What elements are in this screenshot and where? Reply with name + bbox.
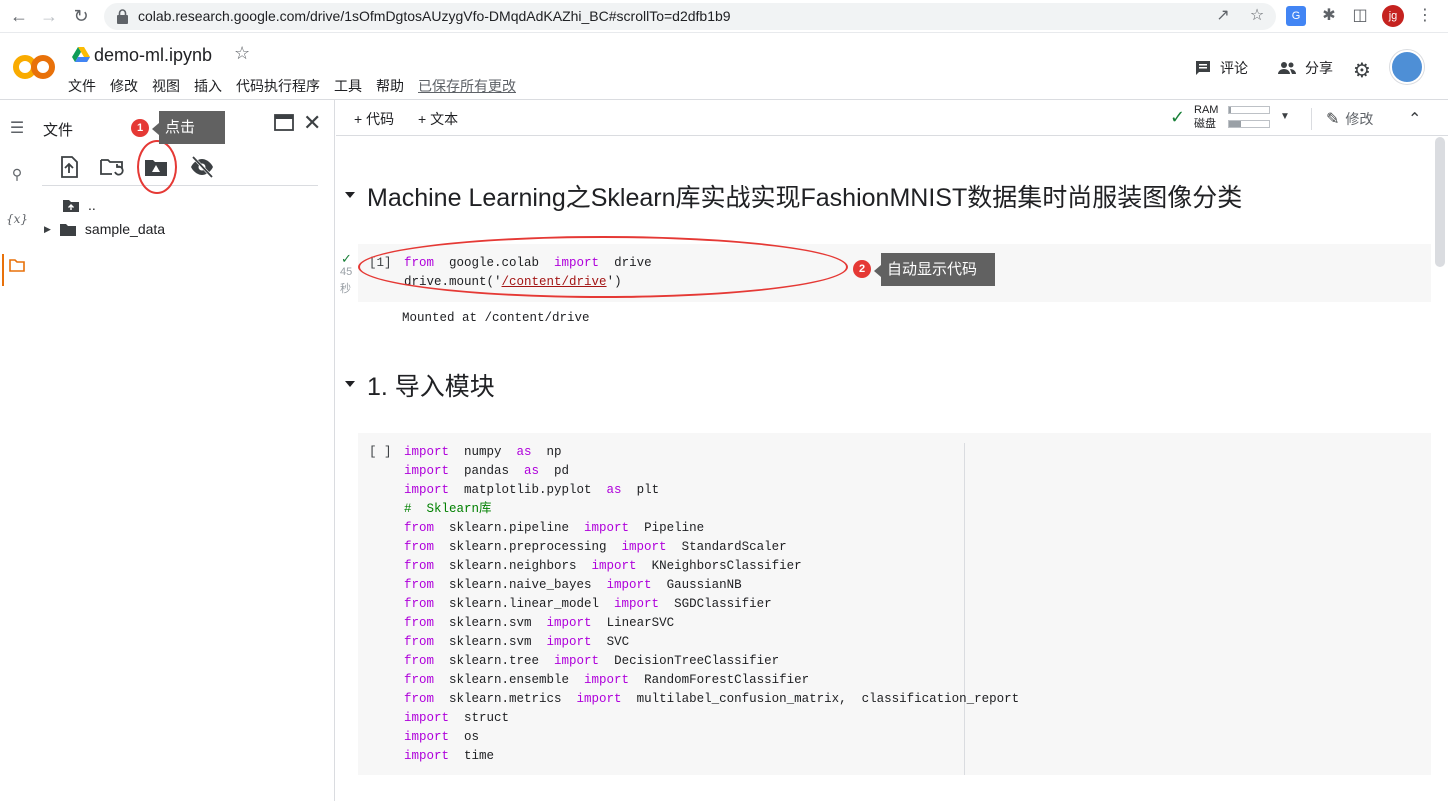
- connected-check-icon: ✓: [1170, 107, 1186, 127]
- left-rail: ☰ ⚲ {x}: [0, 100, 34, 801]
- comment-label: 评论: [1220, 60, 1248, 76]
- tree-item-parent[interactable]: ..: [62, 197, 96, 213]
- url-text: colab.research.google.com/drive/1sOfmDgt…: [138, 8, 731, 24]
- forward-icon[interactable]: →: [38, 5, 60, 27]
- resource-labels[interactable]: RAM 磁盘: [1194, 103, 1218, 131]
- saved-status[interactable]: 已保存所有更改: [418, 76, 516, 96]
- profile-avatar[interactable]: jg: [1382, 5, 1404, 27]
- ram-label: RAM: [1194, 104, 1219, 116]
- menu-help[interactable]: 帮助: [376, 76, 404, 96]
- annotation-tooltip-2: 自动显示代码: [874, 253, 995, 286]
- code-editor[interactable]: import numpy as np import pandas as pd i…: [404, 443, 1019, 766]
- exec-time-unit: 秒: [340, 283, 351, 295]
- exec-time: 45: [340, 266, 353, 278]
- exec-count: [ ]: [369, 445, 392, 459]
- collapse-header-icon[interactable]: ⌃: [1408, 109, 1421, 129]
- menu-runtime[interactable]: 代码执行程序: [236, 76, 320, 96]
- disk-bar-fill: [1229, 121, 1241, 127]
- browser-menu-icon[interactable]: ⋮: [1415, 6, 1435, 26]
- menu-edit[interactable]: 修改: [110, 76, 138, 96]
- pencil-icon: ✎: [1326, 111, 1340, 128]
- disk-label: 磁盘: [1194, 118, 1216, 130]
- share-page-icon[interactable]: ↗: [1213, 6, 1233, 26]
- star-icon[interactable]: ☆: [234, 43, 250, 64]
- tree-item-label: ..: [88, 197, 96, 213]
- active-indicator: [2, 254, 4, 286]
- annotation-ellipse-2: [358, 236, 848, 298]
- back-icon[interactable]: ←: [8, 5, 30, 27]
- file-panel: 文件 ✕ .. ▶ sample_data: [34, 100, 335, 801]
- annotation-tooltip-1: 点击: [152, 111, 225, 144]
- divider: [42, 185, 318, 186]
- variables-icon[interactable]: {x}: [6, 208, 28, 230]
- edit-button[interactable]: ✎ 修改: [1326, 109, 1373, 129]
- code-cell-imports[interactable]: [ ] import numpy as np import pandas as …: [358, 433, 1431, 775]
- folder-icon: [59, 223, 76, 236]
- share-label: 分享: [1305, 60, 1333, 76]
- comment-icon: [1196, 61, 1210, 75]
- browser-chrome: ← → ↻ colab.research.google.com/drive/1s…: [0, 0, 1448, 33]
- settings-gear-icon[interactable]: ⚙: [1353, 58, 1371, 83]
- toolbar-divider: [1311, 108, 1312, 130]
- refresh-folder-icon[interactable]: [99, 154, 125, 180]
- colab-logo[interactable]: [12, 52, 56, 82]
- menu-insert[interactable]: 插入: [194, 76, 222, 96]
- section-heading-title: Machine Learning之Sklearn库实战实现FashionMNIS…: [367, 184, 1243, 212]
- colab-header: demo-ml.ipynb ☆ 文件 修改 视图 插入 代码执行程序 工具 帮助…: [0, 34, 1448, 100]
- menu-tools[interactable]: 工具: [334, 76, 362, 96]
- annotation-circle-1: [137, 140, 177, 194]
- close-icon[interactable]: ✕: [303, 112, 321, 134]
- annotation-badge-2: 2: [853, 260, 871, 278]
- scrollbar[interactable]: [1435, 137, 1445, 267]
- menu-view[interactable]: 视图: [152, 76, 180, 96]
- hide-eye-icon[interactable]: [189, 154, 215, 180]
- menu-bar: 文件 修改 视图 插入 代码执行程序 工具 帮助 已保存所有更改: [68, 76, 530, 96]
- table-of-contents-icon[interactable]: ☰: [6, 118, 28, 140]
- ram-bar-fill: [1229, 107, 1231, 113]
- address-bar[interactable]: colab.research.google.com/drive/1sOfmDgt…: [104, 3, 1276, 30]
- disk-bar: [1228, 120, 1270, 128]
- user-avatar[interactable]: [1390, 50, 1424, 84]
- extensions-puzzle-icon[interactable]: ✱: [1319, 6, 1339, 26]
- open-in-tab-icon[interactable]: [274, 114, 294, 132]
- add-text-button[interactable]: + 文本: [418, 109, 458, 129]
- exec-success-check-icon: ✓: [341, 251, 352, 266]
- search-icon[interactable]: ⚲: [6, 163, 28, 185]
- file-panel-title: 文件: [43, 122, 74, 139]
- collapse-section-icon[interactable]: [345, 381, 355, 387]
- google-drive-icon: [72, 47, 90, 62]
- resources-dropdown-icon[interactable]: ▼: [1280, 111, 1290, 122]
- reload-icon[interactable]: ↻: [70, 5, 92, 27]
- section-heading-imports: 1. 导入模块: [367, 373, 495, 401]
- notebook-main: Machine Learning之Sklearn库实战实现FashionMNIS…: [336, 137, 1448, 801]
- ram-bar: [1228, 106, 1270, 114]
- lock-icon: [117, 9, 128, 24]
- chevron-right-icon[interactable]: ▶: [44, 224, 51, 235]
- folder-icon[interactable]: [6, 256, 28, 278]
- translate-icon[interactable]: G: [1286, 6, 1306, 26]
- collapse-section-icon[interactable]: [345, 192, 355, 198]
- upload-file-icon[interactable]: [56, 154, 82, 180]
- tree-item-label: sample_data: [84, 221, 166, 237]
- edit-label: 修改: [1345, 111, 1374, 127]
- notebook-name[interactable]: demo-ml.ipynb: [94, 45, 212, 66]
- comment-button[interactable]: 评论: [1194, 58, 1248, 78]
- side-panel-icon[interactable]: ◫: [1350, 6, 1370, 26]
- add-code-button[interactable]: + 代码: [354, 109, 394, 129]
- notebook-toolbar: + 代码 + 文本 ✓ RAM 磁盘 ▼ ✎ 修改 ⌃: [336, 100, 1448, 136]
- bookmark-star-icon[interactable]: ☆: [1247, 6, 1267, 26]
- tree-item-sample-data[interactable]: ▶ sample_data: [44, 221, 165, 237]
- people-icon: [1278, 62, 1296, 74]
- share-button[interactable]: 分享: [1277, 58, 1333, 78]
- menu-file[interactable]: 文件: [68, 76, 96, 96]
- annotation-badge-1: 1: [131, 119, 149, 137]
- folder-up-icon: [63, 199, 79, 212]
- cell-output: Mounted at /content/drive: [402, 311, 590, 325]
